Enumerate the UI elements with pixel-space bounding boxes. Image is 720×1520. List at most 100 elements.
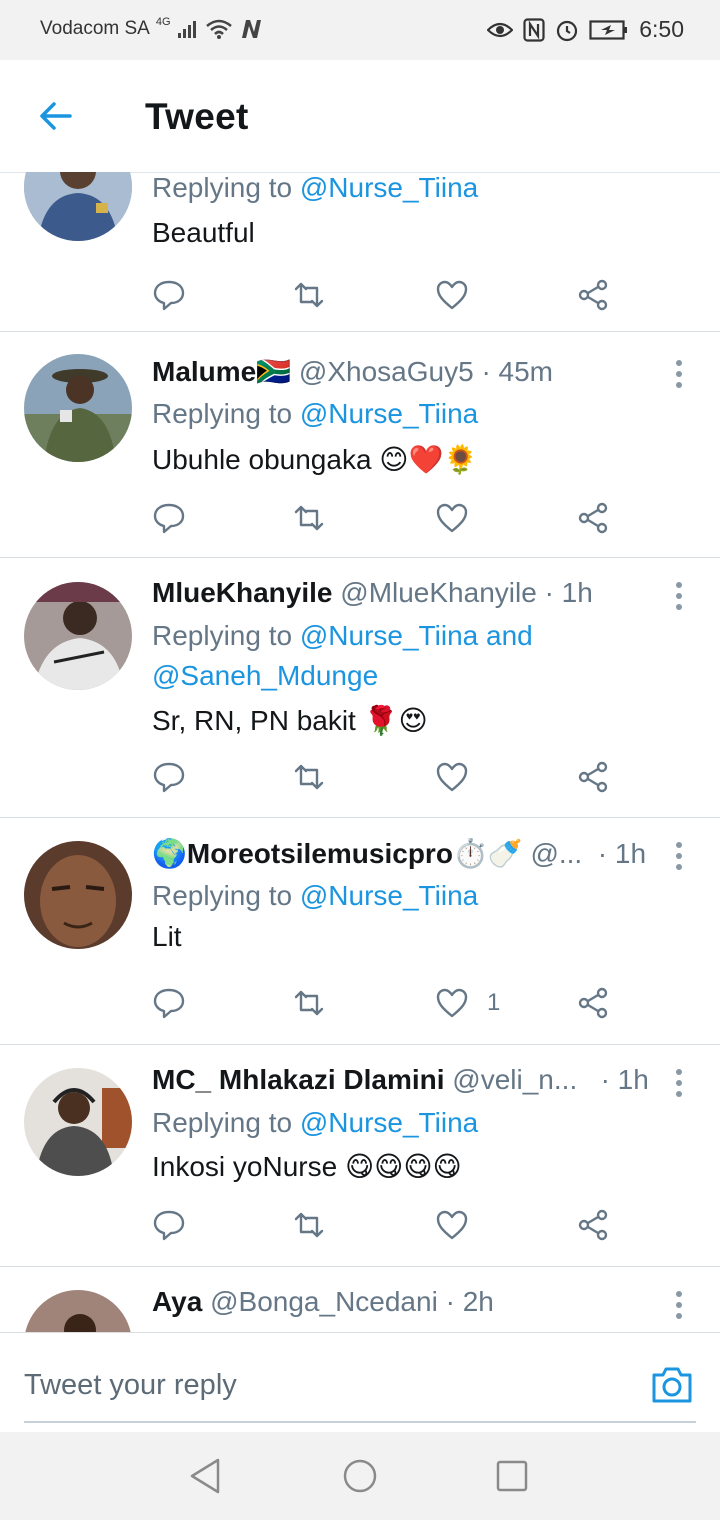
like-button[interactable]	[435, 275, 487, 315]
reply-button[interactable]	[152, 498, 186, 538]
retweet-button[interactable]	[292, 757, 326, 797]
more-icon[interactable]	[672, 581, 686, 611]
back-arrow-icon[interactable]	[36, 96, 76, 136]
tweet-header: MC_ Mhlakazi Dlamini @veli_n... · 1h	[152, 1064, 649, 1096]
avatar[interactable]	[24, 1290, 132, 1332]
retweet-button[interactable]	[292, 1205, 326, 1245]
app-header: Tweet	[0, 60, 720, 173]
avatar[interactable]	[24, 841, 132, 949]
share-icon	[578, 502, 608, 534]
tweet-item[interactable]: Replying to @Nurse_Tiina Beautful	[0, 172, 720, 332]
replying-to: Replying to @Nurse_Tiina and @Saneh_Mdun…	[152, 616, 533, 696]
more-icon[interactable]	[672, 359, 686, 389]
like-button[interactable]	[435, 498, 487, 538]
like-button[interactable]	[435, 757, 487, 797]
mention-link[interactable]: @Nurse_Tiina and	[300, 620, 533, 651]
handle[interactable]: @XhosaGuy5	[299, 356, 474, 388]
mention-link[interactable]: @Nurse_Tiina	[300, 880, 478, 911]
mention-link[interactable]: @Nurse_Tiina	[300, 172, 478, 203]
like-button[interactable]: 1	[435, 983, 500, 1023]
share-button[interactable]	[576, 498, 610, 538]
tweet-actions	[152, 757, 632, 797]
avatar-image	[24, 582, 132, 690]
replying-prefix: Replying to	[152, 398, 300, 429]
avatar[interactable]	[24, 582, 132, 690]
nav-home-icon[interactable]	[340, 1456, 380, 1496]
display-name[interactable]: Malume	[152, 356, 256, 388]
retweet-icon	[294, 282, 324, 308]
tweet-text: Inkosi yoNurse 😋😋😋😋	[152, 1150, 462, 1183]
display-name[interactable]: MlueKhanyile	[152, 577, 332, 609]
replying-to: Replying to @Nurse_Tiina	[152, 1103, 478, 1143]
eye-icon	[487, 22, 514, 37]
tweet-item[interactable]: MC_ Mhlakazi Dlamini @veli_n... · 1h Rep…	[0, 1044, 720, 1267]
tweet-emoji: 🌹😍	[363, 704, 428, 737]
replying-prefix: Replying to	[152, 1107, 300, 1138]
more-icon[interactable]	[672, 1290, 686, 1320]
share-button[interactable]	[576, 983, 610, 1023]
reply-icon	[153, 280, 185, 311]
reply-icon	[153, 1210, 185, 1241]
display-name[interactable]: Moreotsilemusicpro	[187, 838, 453, 870]
like-icon	[436, 988, 468, 1018]
avatar-image	[24, 841, 132, 949]
share-button[interactable]	[576, 757, 610, 797]
tweet-emoji: 😊❤️🌻	[379, 443, 479, 476]
tweet-item[interactable]: Aya @Bonga_Ncedani · 2h	[0, 1266, 720, 1332]
network-type: 4G	[155, 16, 171, 28]
like-button[interactable]	[435, 1205, 487, 1245]
display-name[interactable]: Aya	[152, 1286, 202, 1318]
battery-icon	[589, 19, 628, 40]
tweet-actions	[152, 498, 632, 538]
reply-button[interactable]	[152, 275, 186, 315]
like-icon	[436, 503, 468, 533]
reply-input[interactable]: Tweet your reply	[24, 1369, 237, 1402]
handle[interactable]: @veli_n...	[452, 1064, 577, 1096]
share-button[interactable]	[576, 275, 610, 315]
timestamp: · 1h	[600, 1064, 649, 1095]
tweet-text: Lit	[152, 921, 182, 952]
reply-button[interactable]	[152, 983, 186, 1023]
camera-icon[interactable]	[650, 1363, 694, 1407]
timestamp: · 2h	[445, 1286, 494, 1317]
tweet-actions	[152, 275, 632, 315]
display-name[interactable]: MC_ Mhlakazi Dlamini	[152, 1064, 445, 1096]
reply-button[interactable]	[152, 757, 186, 797]
tweet-item[interactable]: MlueKhanyile @MlueKhanyile · 1h Replying…	[0, 557, 720, 818]
page-title: Tweet	[145, 96, 249, 137]
name-emoji: ⏱️🍼	[452, 837, 523, 870]
avatar[interactable]	[24, 172, 132, 241]
share-icon	[578, 279, 608, 311]
more-icon[interactable]	[672, 841, 686, 871]
mention-link[interactable]: @Nurse_Tiina	[300, 1107, 478, 1138]
replying-prefix: Replying to	[152, 172, 300, 203]
nav-back-icon[interactable]	[186, 1456, 226, 1496]
mention-link[interactable]: @Nurse_Tiina	[300, 398, 478, 429]
timestamp: · 1h	[597, 837, 647, 869]
handle[interactable]: @...	[530, 838, 582, 870]
reply-feed[interactable]: Replying to @Nurse_Tiina Beautful Malume…	[0, 172, 720, 1332]
tweet-header: Malume 🇿🇦 @XhosaGuy5 · 45m	[152, 355, 553, 388]
mention-link[interactable]: @Saneh_Mdunge	[152, 660, 378, 691]
retweet-button[interactable]	[292, 498, 326, 538]
tweet-item[interactable]: 🌍 Moreotsilemusicpro ⏱️🍼 @... · 1h Replyin…	[0, 817, 720, 1045]
avatar[interactable]	[24, 354, 132, 462]
handle[interactable]: @Bonga_Ncedani	[210, 1286, 438, 1318]
more-icon[interactable]	[672, 1068, 686, 1098]
retweet-button[interactable]	[292, 983, 326, 1023]
avatar-image	[24, 1290, 132, 1332]
tweet-item[interactable]: Malume 🇿🇦 @XhosaGuy5 · 45m Replying to @N…	[0, 331, 720, 558]
tweet-actions	[152, 1205, 632, 1245]
system-nav-bar	[0, 1432, 720, 1520]
alarm-icon	[557, 20, 578, 41]
share-button[interactable]	[576, 1205, 610, 1245]
replying-to: Replying to @Nurse_Tiina	[152, 172, 478, 208]
avatar[interactable]	[24, 1068, 132, 1176]
reply-input-underline	[24, 1421, 696, 1423]
avatar-image	[24, 1068, 132, 1176]
nav-recents-icon[interactable]	[492, 1456, 532, 1496]
retweet-button[interactable]	[292, 275, 326, 315]
handle[interactable]: @MlueKhanyile	[340, 577, 537, 609]
reply-icon	[153, 988, 185, 1019]
reply-button[interactable]	[152, 1205, 186, 1245]
